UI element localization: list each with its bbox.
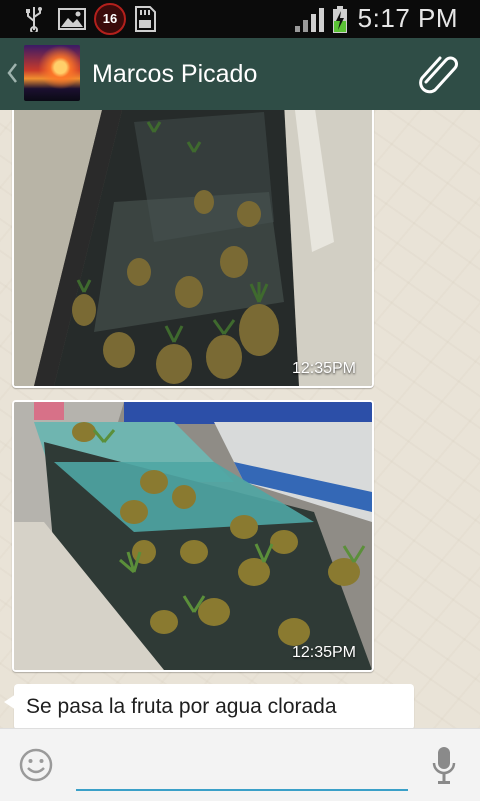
- signal-icon: [295, 8, 324, 32]
- chat-header: Marcos Picado: [0, 38, 480, 110]
- usb-icon: [26, 7, 42, 32]
- contact-name[interactable]: Marcos Picado: [92, 60, 257, 89]
- image-message[interactable]: 12:35PM: [12, 400, 374, 672]
- message-time: 12:35PM: [291, 360, 356, 377]
- emoji-icon[interactable]: [18, 747, 54, 783]
- gallery-icon: [58, 8, 86, 30]
- notification-badge: 16: [94, 3, 126, 35]
- image-message[interactable]: 12:35PM: [12, 110, 374, 388]
- microphone-icon[interactable]: [430, 745, 458, 785]
- back-chevron-icon[interactable]: [6, 62, 18, 84]
- avatar[interactable]: [24, 45, 80, 101]
- bubble-tail: [4, 694, 16, 710]
- photo-pineapples-water-channel[interactable]: [14, 110, 372, 386]
- attach-paperclip-icon[interactable]: [416, 54, 460, 94]
- status-bar: 16 5:17 PM: [0, 0, 480, 38]
- chat-area[interactable]: 12:35PM 12:35PM Se pasa la fruta por agu…: [0, 110, 480, 728]
- text-message[interactable]: Se pasa la fruta por agua clorada: [4, 684, 414, 728]
- battery-charging-icon: [333, 6, 347, 33]
- message-text: Se pasa la fruta por agua clorada: [26, 695, 337, 718]
- clock: 5:17 PM: [357, 3, 458, 33]
- sd-card-icon: [135, 6, 156, 32]
- message-time: 12:35PM: [291, 644, 356, 661]
- message-input-bar: [0, 728, 480, 801]
- photo-pineapples-washing-conveyor[interactable]: [14, 402, 372, 670]
- message-input[interactable]: [76, 751, 408, 791]
